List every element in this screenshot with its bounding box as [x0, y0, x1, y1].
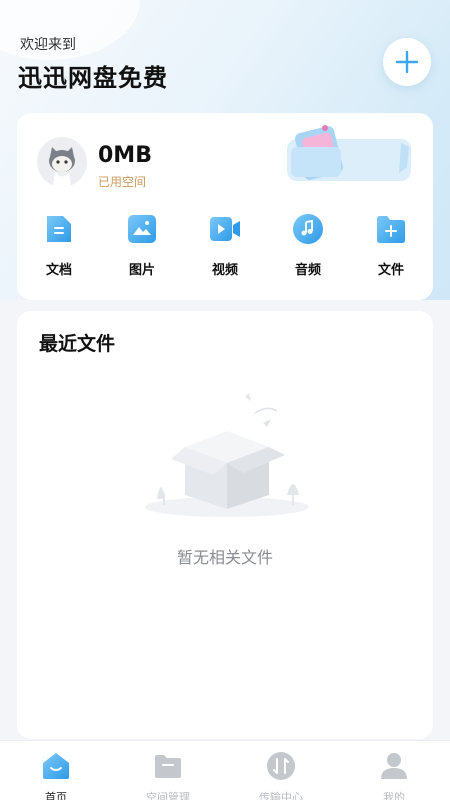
category-document[interactable]: 文档: [29, 213, 89, 278]
category-file[interactable]: 文件: [361, 213, 421, 278]
storage-used-value: 0MB: [98, 143, 152, 168]
empty-box-icon: [145, 393, 309, 517]
empty-state-text: 暂无相关文件: [176, 548, 273, 567]
profile-icon: [381, 753, 407, 779]
plus-icon: [395, 50, 419, 74]
storage-card: 0MB 已用空间 文档 图片 视频 音频 文件: [17, 113, 433, 300]
tab-space-management[interactable]: 空间管理: [112, 741, 224, 800]
add-button[interactable]: [383, 38, 431, 86]
tab-transfer-center[interactable]: 传输中心: [225, 741, 337, 800]
audio-icon: [293, 214, 323, 244]
app-title: 迅迅网盘免费: [18, 64, 168, 92]
welcome-text: 欢迎来到: [20, 37, 76, 53]
avatar-cat-icon: [37, 137, 87, 187]
promo-banner[interactable]: [269, 123, 417, 187]
storage-used-label: 已用空间: [98, 175, 147, 189]
folder-icon: [155, 755, 181, 778]
category-audio[interactable]: 音频: [278, 213, 338, 278]
cloud-banner-icon: [287, 125, 411, 181]
category-video[interactable]: 视频: [195, 213, 255, 278]
transfer-icon: [267, 752, 295, 780]
document-icon: [47, 216, 71, 242]
category-row: 文档 图片 视频 音频 文件: [17, 213, 433, 283]
empty-box-illustration: [137, 393, 317, 523]
recent-files-title: 最近文件: [39, 333, 116, 355]
recent-files-card: 最近文件 暂无相关文件: [17, 311, 433, 739]
avatar[interactable]: [37, 137, 87, 187]
bottom-tab-bar: 首页 空间管理 传输中心 我的: [0, 740, 450, 800]
home-icon: [43, 753, 69, 779]
image-icon: [128, 215, 156, 243]
tab-home[interactable]: 首页: [0, 741, 112, 800]
folder-add-icon: [377, 216, 405, 243]
category-image[interactable]: 图片: [112, 213, 172, 278]
tab-profile[interactable]: 我的: [338, 741, 450, 800]
video-icon: [210, 217, 240, 241]
